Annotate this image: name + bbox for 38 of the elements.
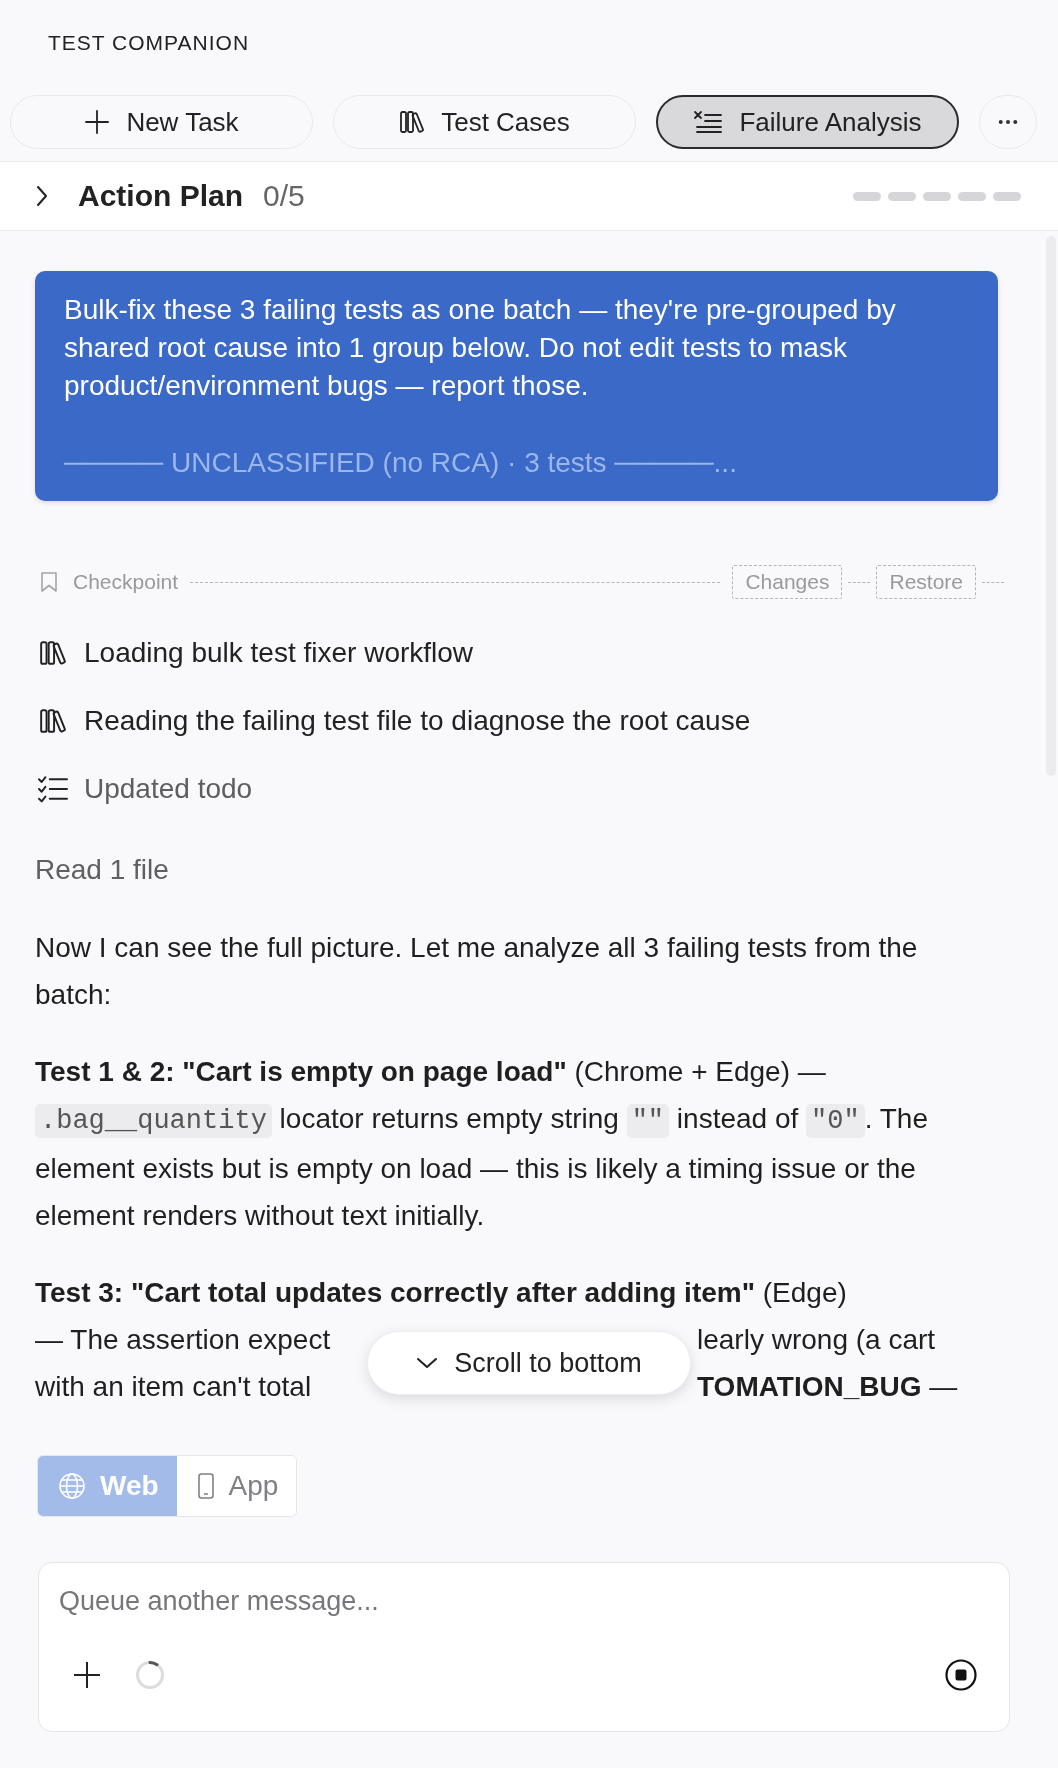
message-fragment: — The assertion expect (35, 1323, 331, 1357)
message-fragment: learly wrong (a cart (696, 1323, 936, 1357)
tab[interactable]: New Task (10, 95, 313, 149)
action-plan-bar[interactable]: Action Plan 0/5 (0, 161, 1058, 231)
message-paragraph: Now I can see the full picture. Let me analyze all 3 failing tests from the batch: (35, 931, 919, 1012)
list-x-icon (693, 110, 724, 134)
books-icon (399, 109, 426, 135)
tab[interactable]: Failure Analysis (656, 95, 959, 149)
phone-icon (196, 1472, 215, 1500)
activity-text: Reading the failing test file to diagnose the root cause (84, 705, 751, 737)
more-icon (998, 119, 1018, 125)
platform-toggle[interactable]: App (176, 1456, 297, 1516)
tab[interactable]: Test Cases (333, 95, 636, 149)
scroll-to-bottom-button[interactable]: Scroll to bottom (367, 1331, 691, 1395)
message-input[interactable]: Queue another message... (59, 1579, 977, 1623)
message-paragraph: Test 1 & 2: "Cart is empty on page load" (Chrome + Edge) — .bag__quantity locator returns empty string "" instead of "0" . The element exists but is empty on load — this is likely a timing issue or the element renders without text initially. (35, 1055, 929, 1233)
stop-icon (945, 1659, 977, 1691)
plan-title: Action Plan (78, 179, 243, 213)
group-heading: ───── UNCLASSIFIED (no RCA) · 3 tests ─────... (64, 446, 737, 480)
message-fragment: with an item can't total (35, 1370, 312, 1404)
plan-count: 0/5 (263, 179, 305, 213)
message-line: Test 3: "Cart total updates correctly after adding item" (Edge) (35, 1276, 847, 1310)
stop-button[interactable] (945, 1659, 977, 1691)
app-title: TEST COMPANION (48, 30, 250, 56)
activity-text: Updated todo (84, 773, 253, 805)
checkpoint-label: Checkpoint (73, 570, 179, 594)
checklist-icon (36, 775, 70, 803)
message-fragment: TOMATION_BUG — (696, 1370, 958, 1404)
plus-icon (84, 109, 111, 135)
globe-icon (58, 1472, 86, 1500)
plus-icon (73, 1661, 101, 1689)
bookmark-icon (40, 571, 58, 593)
add-button[interactable] (73, 1661, 101, 1689)
activity-text: Loading bulk test fixer workflow (84, 637, 474, 669)
status-text: Read 1 file (35, 853, 169, 887)
banner-text: Bulk-fix these 3 failing tests as one batch — they're pre-grouped by shared root cause into 1 group below. Do not edit tests to mask product/environment bugs — report those. (64, 293, 897, 403)
chevron-down-icon (416, 1357, 439, 1369)
loading-spinner-icon (135, 1660, 165, 1690)
